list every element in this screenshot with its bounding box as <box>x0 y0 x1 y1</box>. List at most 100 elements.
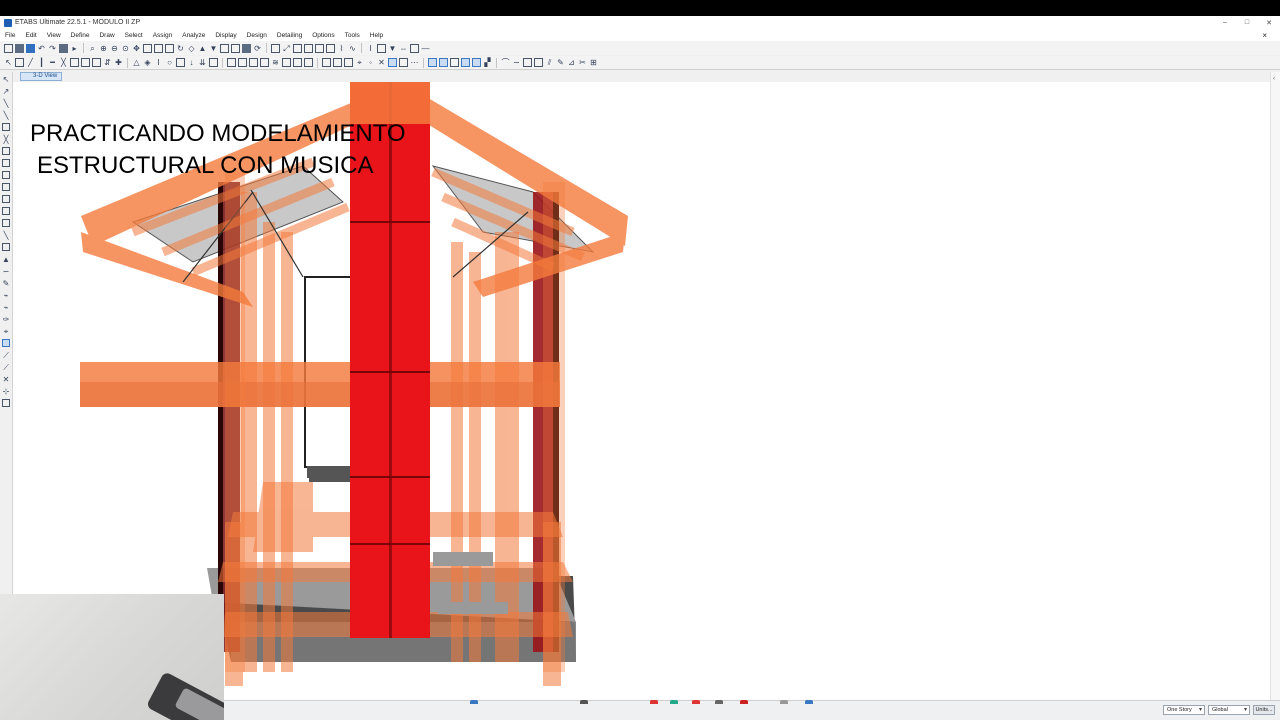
clear-selection-icon[interactable] <box>315 43 324 53</box>
line-style-icon[interactable]: — <box>421 44 430 53</box>
pencil-icon[interactable]: ✎ <box>556 58 565 67</box>
view-xy-icon[interactable] <box>322 58 331 67</box>
save-icon[interactable] <box>26 43 35 53</box>
menu-design[interactable]: Design <box>247 32 267 39</box>
draw-opening-icon[interactable] <box>92 58 101 67</box>
perspective-icon[interactable]: ◇ <box>187 44 196 53</box>
snap-intersection-icon[interactable]: ✕ <box>377 58 386 67</box>
left-draw-null-icon[interactable] <box>2 183 10 191</box>
show-forces-icon[interactable]: ∿ <box>348 44 357 53</box>
reference-point-icon[interactable]: ✚ <box>114 58 123 67</box>
menu-file[interactable]: File <box>5 32 15 39</box>
measure-icon[interactable]: ⊿ <box>567 58 576 67</box>
open-icon[interactable] <box>15 43 24 53</box>
assign-releases-icon[interactable]: ○ <box>165 58 174 67</box>
document-close-icon[interactable]: × <box>1262 31 1267 40</box>
lighting-icon[interactable] <box>472 58 481 67</box>
group-icon[interactable]: ⊞ <box>589 58 598 67</box>
menu-display[interactable]: Display <box>215 32 236 39</box>
taskbar-app-icon[interactable] <box>740 700 748 704</box>
taskbar-app-icon[interactable] <box>780 700 788 704</box>
plan-view-icon[interactable] <box>154 43 163 53</box>
assign-frame-load-icon[interactable]: ⇊ <box>198 58 207 67</box>
zoom-in-icon[interactable]: ⊕ <box>99 44 108 53</box>
pan-icon[interactable]: ✥ <box>132 44 141 53</box>
menu-tools[interactable]: Tools <box>345 32 360 39</box>
new-model-icon[interactable] <box>4 43 13 53</box>
left-reshape-icon[interactable]: ↗ <box>2 87 10 96</box>
set-display-icon[interactable] <box>220 43 229 53</box>
left-draw-beam-icon[interactable] <box>2 123 10 131</box>
design-shear-wall-icon[interactable] <box>304 58 313 67</box>
draw-slab-icon[interactable] <box>523 58 532 67</box>
menu-analyze[interactable]: Analyze <box>182 32 205 39</box>
section-cut-icon[interactable]: ✂ <box>578 58 587 67</box>
left-draw-section-cut-icon[interactable]: ✑ <box>2 315 10 324</box>
assign-diaphragm-icon[interactable]: ◈ <box>143 58 152 67</box>
draw-curve-icon[interactable]: ⌒ <box>501 58 510 67</box>
coordinate-system-selector[interactable]: Global ▾ <box>1208 705 1250 715</box>
assign-shell-load-icon[interactable] <box>209 58 218 67</box>
left-draw-rebar-icon[interactable]: ⌁ <box>2 303 10 312</box>
left-draw-slab-icon[interactable] <box>2 207 10 215</box>
left-draw-opening-icon[interactable] <box>2 195 10 203</box>
menu-detailing[interactable]: Detailing <box>277 32 302 39</box>
story-selector[interactable]: One Story ▾ <box>1163 705 1205 715</box>
get-previous-selection-icon[interactable] <box>304 43 313 53</box>
taskbar-app-icon[interactable] <box>580 700 588 704</box>
left-draw-column-icon[interactable]: ╲ <box>2 111 10 120</box>
left-snap-icon[interactable]: ⌖ <box>2 327 10 336</box>
units-button[interactable]: Units... <box>1253 705 1275 715</box>
draw-dimension-icon[interactable]: ⇵ <box>103 58 112 67</box>
zoom-previous-icon[interactable]: ⊙ <box>121 44 130 53</box>
zoom-window-icon[interactable]: ⌕ <box>88 44 97 53</box>
show-tables-icon[interactable] <box>227 58 236 67</box>
display-mode-shape-icon[interactable]: ≋ <box>271 58 280 67</box>
display-shell-forces-icon[interactable] <box>249 58 258 67</box>
assign-shell-section-icon[interactable] <box>176 58 185 67</box>
elevation-view-icon[interactable] <box>165 43 174 53</box>
assign-restraint-icon[interactable]: △ <box>132 58 141 67</box>
panel-expand-icon[interactable]: ‹ <box>1273 76 1275 82</box>
left-draw-link-icon[interactable]: ╲ <box>2 231 10 240</box>
snap-perpendicular-icon[interactable] <box>388 58 397 67</box>
left-select-pointer-icon[interactable]: ↖ <box>2 75 10 84</box>
draw-brace-icon[interactable]: ╳ <box>59 58 68 67</box>
table-icon[interactable] <box>410 43 419 53</box>
draw-rebar-icon[interactable]: ⫽ <box>545 58 554 67</box>
perspective-toggle-icon[interactable] <box>461 58 470 67</box>
left-snap-intersect-icon[interactable]: ✕ <box>2 375 10 384</box>
left-draw-line-icon[interactable]: ╲ <box>2 99 10 108</box>
lock-icon[interactable] <box>59 43 68 53</box>
left-draw-wall-icon[interactable] <box>2 159 10 167</box>
view-3d-icon[interactable] <box>143 43 152 53</box>
select-all-icon[interactable] <box>293 43 302 53</box>
display-frame-forces-icon[interactable] <box>238 58 247 67</box>
menu-options[interactable]: Options <box>312 32 334 39</box>
menu-view[interactable]: View <box>47 32 61 39</box>
show-deformed-icon[interactable]: ⌇ <box>337 44 346 53</box>
snap-icon[interactable]: ⌖ <box>355 58 364 67</box>
taskbar-app-icon[interactable] <box>670 700 678 704</box>
snap-fine-grid-icon[interactable]: ⋯ <box>410 58 419 67</box>
snap-midpoint-icon[interactable]: ◦ <box>366 58 375 67</box>
display-reactions-icon[interactable] <box>260 58 269 67</box>
run-analysis-icon[interactable]: ▸ <box>70 44 79 53</box>
maximize-button[interactable]: □ <box>1236 19 1258 26</box>
left-draw-strip-icon[interactable] <box>2 219 10 227</box>
design-concrete-icon[interactable] <box>282 58 291 67</box>
menu-help[interactable]: Help <box>370 32 383 39</box>
object-fill-icon[interactable] <box>428 58 437 67</box>
draw-column-icon[interactable]: ┃ <box>37 58 46 67</box>
select-window-icon[interactable] <box>271 43 280 53</box>
shadow-icon[interactable]: ▞ <box>483 58 492 67</box>
filter-icon[interactable]: ▼ <box>388 44 397 53</box>
menu-define[interactable]: Define <box>71 32 90 39</box>
object-shrink-icon[interactable] <box>231 43 240 53</box>
extrude-icon[interactable] <box>242 43 251 53</box>
rotate-icon[interactable]: ↻ <box>176 44 185 53</box>
taskbar-app-icon[interactable] <box>692 700 700 704</box>
taskbar-app-icon[interactable] <box>715 700 723 704</box>
taskbar-app-icon[interactable] <box>470 700 478 704</box>
move-up-icon[interactable]: ▲ <box>198 44 207 53</box>
